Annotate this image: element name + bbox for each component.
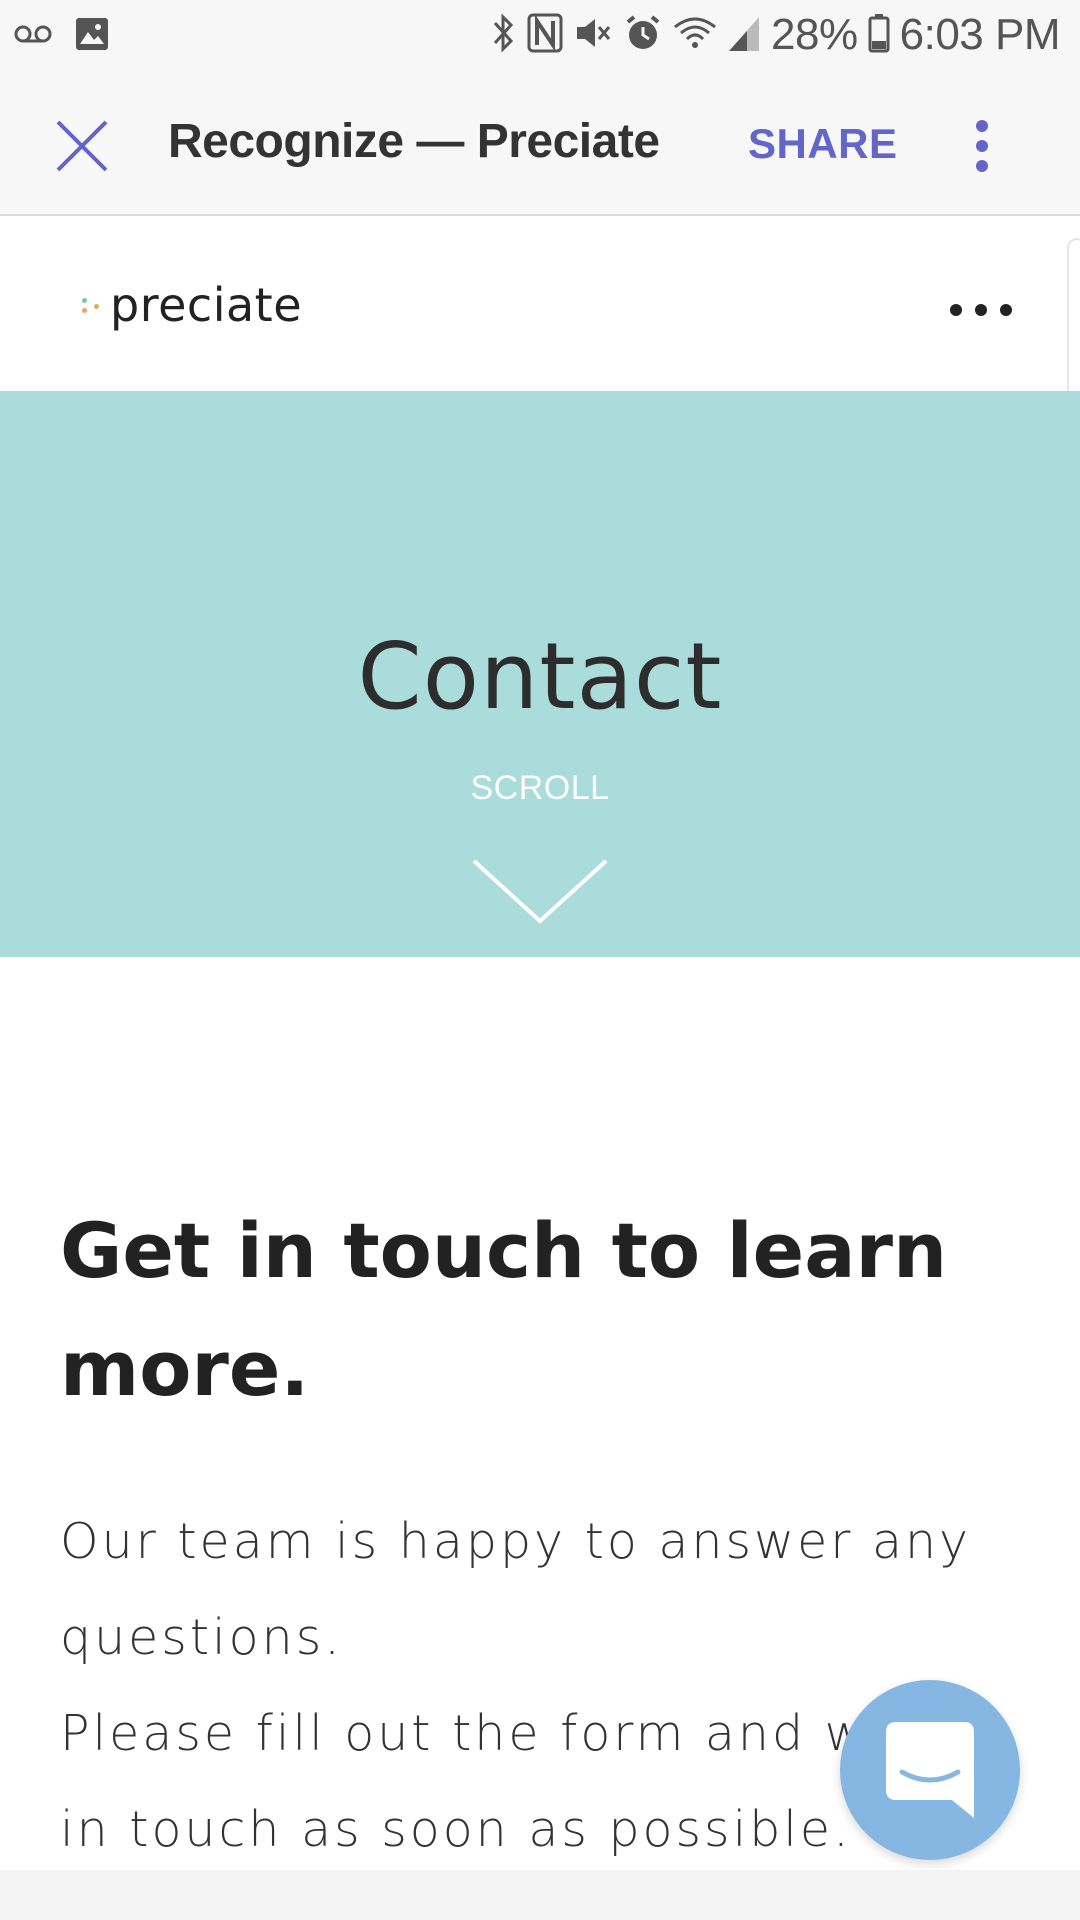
chat-bubble-icon [886,1722,974,1818]
scroll-label[interactable]: SCROLL [0,769,1080,808]
contact-heading: Get in touch to learn more. [60,1192,960,1428]
mute-icon [573,13,613,58]
more-vert-icon [976,120,988,172]
alarm-icon [623,13,663,58]
site-logo[interactable]: preciate [80,278,302,332]
battery-percent: 28% [771,10,858,59]
image-icon [74,16,110,57]
close-button[interactable] [52,116,112,176]
overflow-menu-button[interactable] [970,116,994,176]
logo-text: preciate [110,278,302,332]
heading-line: more. [60,1324,310,1413]
hero-title: Contact [357,623,723,730]
hero-banner: Contact SCROLL [0,391,1080,957]
clock: 6:03 PM [899,10,1061,59]
para-line: Our team is happy to answer any [60,1513,972,1570]
close-icon [56,120,108,172]
status-bar: 28% 6:03 PM [0,0,1080,76]
share-button[interactable]: SHARE [748,120,898,168]
page-title: Recognize — Preciate [168,115,660,168]
wifi-icon [673,13,717,58]
chat-launcher-button[interactable] [840,1680,1020,1860]
chevron-down-icon[interactable] [470,857,610,927]
custom-tab-toolbar: Recognize — Preciate SHARE [0,76,1080,216]
logo-dots-icon [80,290,106,320]
site-menu-button[interactable] [948,298,1014,322]
voicemail-icon [14,24,52,49]
heading-line: Get in touch to learn [60,1206,948,1295]
bottom-strip [0,1870,1080,1920]
more-horiz-icon [950,304,1012,316]
battery-icon [868,13,890,58]
signal-icon [727,13,761,58]
site-header: preciate [0,218,1080,391]
para-line: questions. [60,1609,343,1666]
contact-description: Our team is happy to answer any question… [60,1494,990,1878]
nfc-icon [527,13,563,58]
bluetooth-icon [491,12,517,58]
